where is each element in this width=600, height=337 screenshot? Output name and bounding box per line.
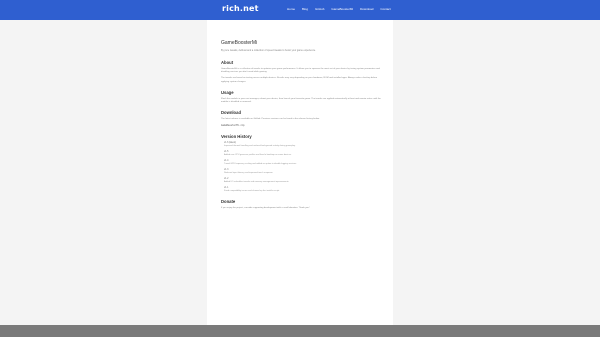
usage-paragraph: Flash the module in your root manager, r… — [221, 97, 381, 104]
article: GameBoosterMi By pure tweaks, debloat an… — [221, 40, 383, 213]
nav-item-gameboostermi[interactable]: GameBoosterMi — [331, 7, 353, 11]
version-entry: v1.1 Fixed compatibility issues and clea… — [224, 187, 383, 193]
version-description: Improved thermal handling and reduced ba… — [224, 144, 296, 147]
top-navigation-bar: rich.net Home Blog GitHub GameBoosterMi … — [0, 0, 600, 20]
content-panel: GameBoosterMi By pure tweaks, debloat an… — [207, 20, 393, 325]
version-entry: v1.6 (latest) Improved thermal handling … — [224, 142, 383, 148]
version-history-heading: Version History — [221, 133, 252, 139]
nav-item-blog[interactable]: Blog — [302, 7, 308, 11]
usage-heading: Usage — [221, 89, 234, 95]
page-title: GameBoosterMi — [221, 40, 258, 46]
donate-heading: Donate — [221, 198, 236, 204]
version-description: Fixed compatibility issues and cleaned u… — [224, 189, 280, 192]
version-description: Added I/O scheduler tweaks and memory ma… — [224, 180, 290, 183]
nav-item-download[interactable]: Download — [360, 7, 373, 11]
nav-item-github[interactable]: GitHub — [315, 7, 324, 11]
version-entry: v1.4 Tuned GPU frequency scaling and add… — [224, 160, 383, 166]
version-description: Reduced input latency and improved touch… — [224, 171, 274, 174]
about-paragraph-1: GameBoosterMi is a collection of tweaks … — [221, 68, 380, 74]
about-paragraph-2: The tweaks are based on testing across m… — [221, 77, 378, 83]
footer-bar — [0, 325, 600, 337]
version-entry: v1.5 Added new CPU governor profiles and… — [224, 151, 383, 157]
site-brand[interactable]: rich.net — [222, 4, 259, 13]
page-subtitle: By pure tweaks, debloat and a collection… — [221, 49, 316, 52]
about-heading: About — [221, 60, 234, 65]
version-entry: v1.2 Added I/O scheduler tweaks and memo… — [224, 178, 383, 184]
nav-item-contact[interactable]: Contact — [380, 7, 390, 11]
nav-item-home[interactable]: Home — [287, 7, 295, 11]
download-link[interactable]: GameBoosterMi.zip — [221, 124, 383, 127]
donate-paragraph: If you enjoy the project, consider suppo… — [221, 206, 310, 209]
version-description: Added new CPU governor profiles and fixe… — [224, 153, 292, 156]
version-description: Tuned GPU frequency scaling and added an… — [224, 162, 297, 165]
nav-menu: Home Blog GitHub GameBoosterMi Download … — [287, 7, 391, 11]
download-heading: Download — [221, 110, 242, 116]
download-paragraph: The latest release is available on GitHu… — [221, 118, 320, 121]
version-entry: v1.3 Reduced input latency and improved … — [224, 169, 383, 175]
